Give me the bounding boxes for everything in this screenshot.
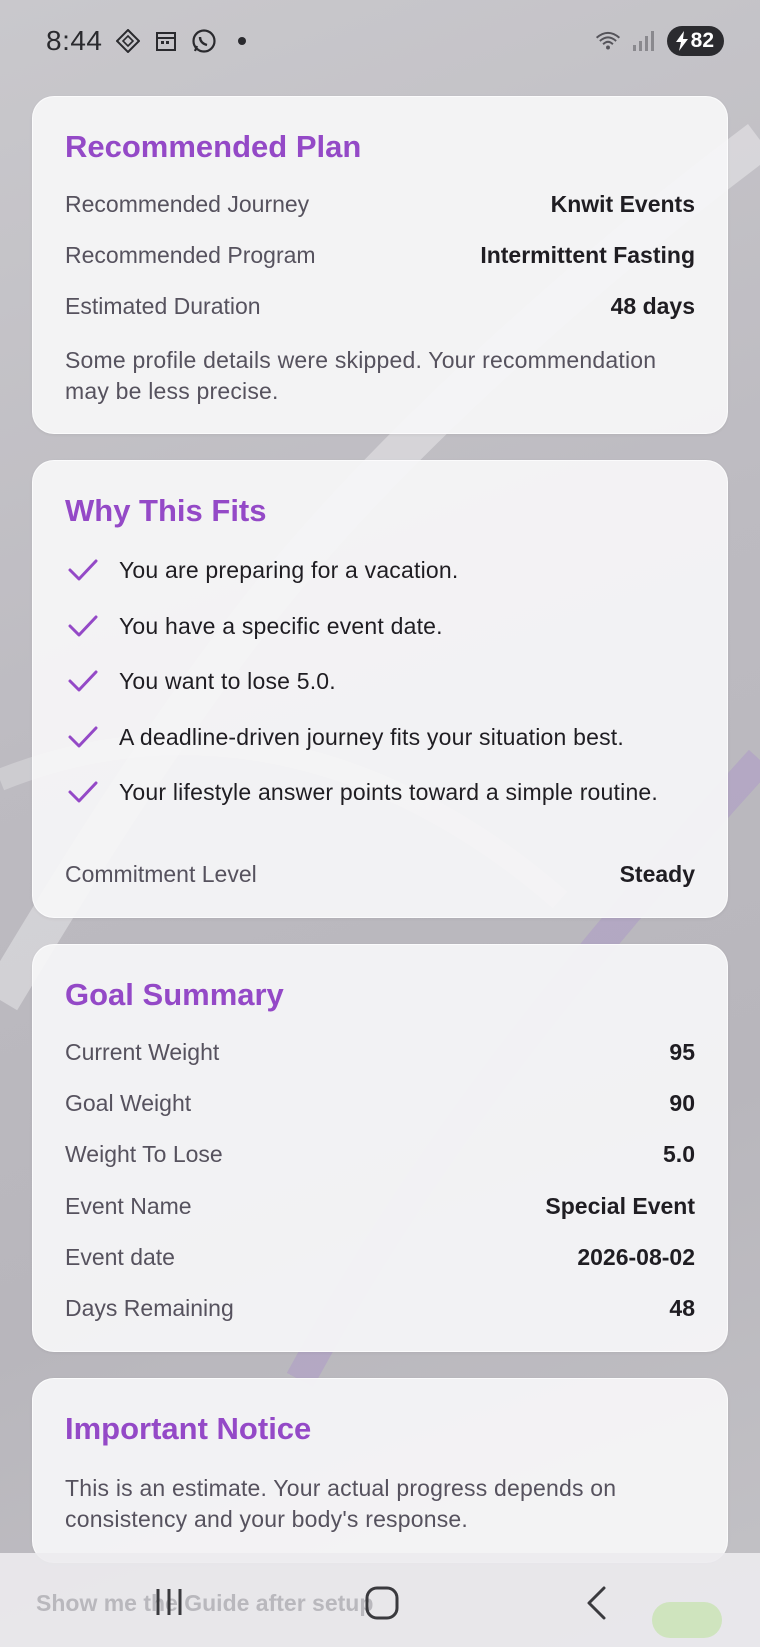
row-label: Estimated Duration bbox=[65, 293, 261, 319]
notice-text: This is an estimate. Your actual progres… bbox=[65, 1475, 617, 1532]
reason-text: Your lifestyle answer points toward a si… bbox=[119, 778, 659, 805]
weight-to-lose-row: Weight To Lose 5.0 bbox=[65, 1141, 695, 1168]
estimated-duration-row: Estimated Duration 48 days bbox=[65, 293, 695, 320]
battery-level: 82 bbox=[690, 29, 714, 52]
row-value: Steady bbox=[619, 861, 695, 887]
row-value: Intermittent Fasting bbox=[480, 242, 695, 268]
home-button[interactable] bbox=[364, 1585, 400, 1626]
row-label: Event Name bbox=[65, 1193, 192, 1219]
reason-item: You want to lose 5.0. bbox=[65, 666, 707, 696]
check-icon bbox=[68, 670, 98, 692]
row-label: Current Weight bbox=[65, 1039, 220, 1065]
goal-summary-card: Goal Summary Current Weight 95 Goal Weig… bbox=[32, 944, 728, 1352]
row-value: 48 days bbox=[610, 293, 695, 319]
check-icon bbox=[68, 781, 98, 803]
reason-item: Your lifestyle answer points toward a si… bbox=[65, 777, 707, 807]
recommended-journey-row: Recommended Journey Knwit Events bbox=[65, 191, 695, 218]
reason-text: You have a specific event date. bbox=[119, 612, 443, 639]
recommended-plan-card: Recommended Plan Recommended Journey Knw… bbox=[32, 96, 728, 434]
why-this-fits-title: Why This Fits bbox=[65, 493, 267, 528]
signal-icon bbox=[631, 28, 657, 54]
goal-weight-row: Goal Weight 90 bbox=[65, 1090, 695, 1117]
row-label: Days Remaining bbox=[65, 1295, 234, 1321]
goal-summary-title: Goal Summary bbox=[65, 977, 284, 1012]
wifi-icon bbox=[595, 28, 621, 54]
home-icon bbox=[365, 1586, 399, 1620]
status-time: 8:44 bbox=[46, 25, 103, 56]
reason-text: A deadline-driven journey fits your situ… bbox=[119, 723, 624, 750]
row-value: 2026-08-02 bbox=[577, 1244, 695, 1270]
event-date-row: Event date 2026-08-02 bbox=[65, 1244, 695, 1271]
back-icon bbox=[587, 1586, 606, 1620]
battery-indicator: 82 bbox=[666, 26, 724, 56]
calendar-icon bbox=[153, 28, 179, 54]
days-remaining-row: Days Remaining 48 bbox=[65, 1295, 695, 1322]
check-icon bbox=[68, 559, 98, 581]
row-label: Weight To Lose bbox=[65, 1141, 223, 1167]
recommended-plan-title: Recommended Plan bbox=[65, 129, 362, 164]
reason-item: A deadline-driven journey fits your situ… bbox=[65, 722, 707, 752]
row-value: 5.0 bbox=[663, 1141, 695, 1167]
row-value: 48 bbox=[669, 1295, 695, 1321]
show-guide-toggle[interactable] bbox=[652, 1602, 722, 1638]
check-icon bbox=[68, 726, 98, 748]
reason-item: You have a specific event date. bbox=[65, 611, 707, 641]
why-this-fits-card: Why This Fits You are preparing for a va… bbox=[32, 460, 728, 918]
recent-apps-button[interactable] bbox=[152, 1585, 186, 1624]
important-notice-card: Important Notice This is an estimate. Yo… bbox=[32, 1378, 728, 1563]
row-label: Commitment Level bbox=[65, 861, 257, 887]
battery-charging-icon bbox=[675, 31, 688, 51]
row-label: Recommended Journey bbox=[65, 191, 310, 217]
diamond-app-icon bbox=[115, 28, 141, 54]
commitment-level-row: Commitment Level Steady bbox=[65, 861, 695, 888]
precision-note: Some profile details were skipped. Your … bbox=[65, 347, 657, 404]
back-button[interactable] bbox=[582, 1585, 612, 1626]
important-notice-title: Important Notice bbox=[65, 1411, 312, 1446]
status-bar: 8:44 82 bbox=[0, 0, 760, 82]
reason-text: You are preparing for a vacation. bbox=[119, 556, 459, 583]
row-value: Special Event bbox=[545, 1193, 695, 1219]
row-label: Recommended Program bbox=[65, 242, 316, 268]
event-name-row: Event Name Special Event bbox=[65, 1193, 695, 1220]
check-icon bbox=[68, 615, 98, 637]
reason-item: You are preparing for a vacation. bbox=[65, 555, 707, 585]
dot-icon bbox=[229, 28, 255, 54]
show-guide-label[interactable]: Show me the Guide after setup bbox=[36, 1590, 373, 1617]
row-value: Knwit Events bbox=[550, 191, 695, 217]
whatsapp-icon bbox=[191, 28, 217, 54]
row-value: 95 bbox=[669, 1039, 695, 1065]
reason-text: You want to lose 5.0. bbox=[119, 667, 336, 694]
row-value: 90 bbox=[669, 1090, 695, 1116]
row-label: Goal Weight bbox=[65, 1090, 192, 1116]
current-weight-row: Current Weight 95 bbox=[65, 1039, 695, 1066]
row-label: Event date bbox=[65, 1244, 175, 1270]
recent-apps-icon bbox=[156, 1589, 182, 1615]
recommended-program-row: Recommended Program Intermittent Fasting bbox=[65, 242, 695, 269]
